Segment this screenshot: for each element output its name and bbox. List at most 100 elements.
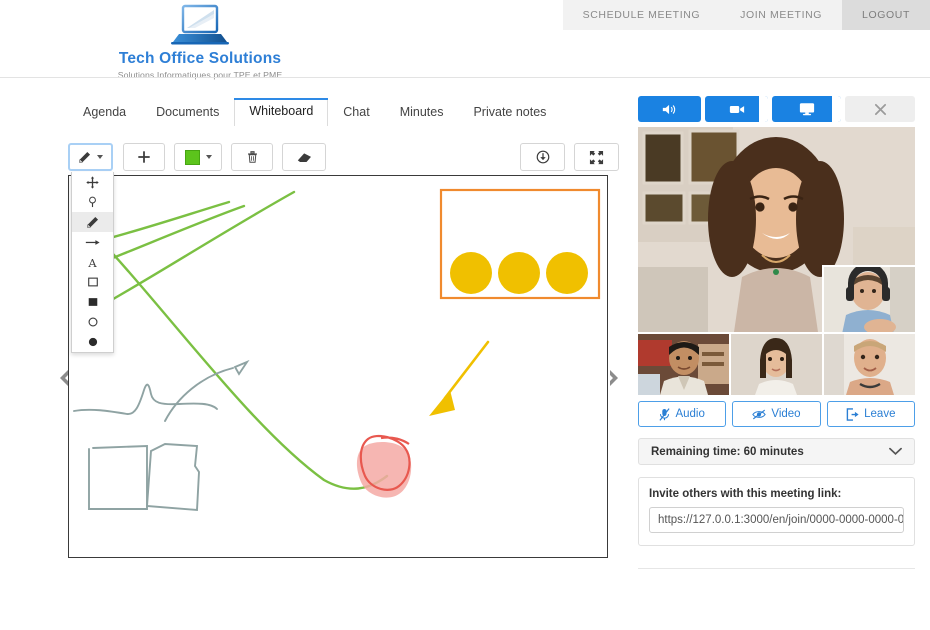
eraser-icon: [297, 152, 311, 162]
pencil-icon: [79, 151, 91, 163]
whiteboard-toolbar: [68, 143, 619, 171]
screen-share-icon: [799, 103, 814, 116]
top-navigation: SCHEDULE MEETING JOIN MEETING LOGOUT: [562, 0, 930, 30]
video-tile-2-image: [731, 334, 822, 395]
tab-chat[interactable]: Chat: [328, 99, 384, 126]
video-tile-pip[interactable]: [822, 265, 915, 332]
tool-rectangle-outline[interactable]: [72, 272, 113, 292]
camera-slot: [759, 96, 769, 122]
tool-arrow[interactable]: [72, 232, 113, 252]
circle-outline-icon: [88, 317, 97, 327]
brand-title: Tech Office Solutions: [118, 50, 282, 67]
remaining-time-label: Remaining time: 60 minutes: [651, 445, 804, 458]
video-thumbnail-strip: [638, 334, 915, 395]
topnav-logout[interactable]: LOGOUT: [842, 0, 930, 30]
rectangle-filled-icon: [88, 298, 97, 306]
pencil-icon: [87, 216, 99, 228]
invite-label: Invite others with this meeting link:: [649, 488, 842, 500]
download-icon: [536, 150, 549, 164]
video-pip-image: [824, 267, 915, 332]
plus-icon: [138, 151, 150, 163]
highlighter-icon: [89, 196, 96, 207]
audio-button[interactable]: Audio: [638, 401, 727, 427]
meeting-action-row: Audio Video Leave: [638, 401, 915, 427]
gray-sketch-group: [73, 359, 250, 512]
leave-button[interactable]: Leave: [826, 401, 915, 427]
tool-highlighter[interactable]: [72, 192, 113, 212]
chevron-right-icon: [610, 370, 618, 386]
chevron-down-icon: [97, 155, 103, 159]
camera-button[interactable]: [705, 96, 769, 122]
topnav-join-meeting[interactable]: JOIN MEETING: [720, 0, 843, 30]
invite-panel: Invite others with this meeting link: ht…: [638, 477, 915, 546]
brand-logo[interactable]: Tech Office Solutions Solutions Informat…: [70, 2, 330, 80]
svg-text:A: A: [87, 256, 97, 269]
tab-documents[interactable]: Documents: [141, 99, 234, 126]
video-tile-1-image: [638, 334, 729, 395]
tool-circle-filled[interactable]: [72, 332, 113, 352]
video-tile-main[interactable]: [638, 127, 915, 332]
panel-divider: [638, 568, 915, 569]
add-button[interactable]: [123, 143, 165, 171]
arrow-icon: [85, 239, 100, 245]
screen-share-button[interactable]: [772, 96, 842, 122]
tool-rectangle-filled[interactable]: [72, 292, 113, 312]
video-grid: [638, 127, 915, 395]
tool-text[interactable]: A: [72, 252, 113, 272]
color-swatch-icon: [184, 149, 200, 165]
top-bar: SCHEDULE MEETING JOIN MEETING LOGOUT Tec…: [0, 0, 930, 80]
color-picker-button[interactable]: [174, 143, 222, 171]
video-tile-3[interactable]: [824, 334, 915, 395]
close-icon: [874, 103, 886, 115]
fullscreen-icon: [589, 150, 604, 164]
video-tile-1[interactable]: [638, 334, 729, 395]
topnav-schedule-meeting[interactable]: SCHEDULE MEETING: [562, 0, 721, 30]
fullscreen-button[interactable]: [574, 143, 619, 171]
whiteboard-next-button[interactable]: [606, 365, 624, 391]
chevron-down-icon[interactable]: [889, 447, 902, 456]
whiteboard-prev-button[interactable]: [54, 365, 72, 391]
main-tabs: Agenda Documents Whiteboard Chat Minutes…: [68, 98, 561, 126]
close-video-button[interactable]: [845, 96, 915, 122]
tool-circle-outline[interactable]: [72, 312, 113, 332]
exit-icon: [846, 407, 859, 421]
speaker-button[interactable]: [638, 96, 702, 122]
eye-slash-icon: [752, 409, 767, 419]
tab-minutes[interactable]: Minutes: [385, 99, 459, 126]
green-stroke-group: [81, 190, 389, 490]
laptop-logo-icon: [171, 4, 229, 45]
video-tile-2[interactable]: [731, 334, 822, 395]
tool-dropdown-menu: A: [71, 172, 114, 353]
eraser-button[interactable]: [282, 143, 326, 171]
media-controls-row: [638, 96, 915, 122]
remaining-time-panel[interactable]: Remaining time: 60 minutes: [638, 438, 915, 465]
brand-subtitle: Solutions Informatiques pour TPE et PME: [117, 70, 283, 80]
audio-button-label: Audio: [675, 408, 705, 420]
video-button-label: Video: [771, 408, 801, 420]
mic-muted-icon: [659, 407, 671, 421]
screen-share-slot: [832, 96, 842, 122]
trash-icon: [247, 151, 257, 163]
video-tile-3-image: [824, 334, 915, 395]
tab-private-notes[interactable]: Private notes: [458, 99, 561, 126]
whiteboard-drawing: [73, 188, 601, 512]
chevron-down-icon: [205, 155, 212, 159]
text-icon: A: [87, 256, 97, 269]
rectangle-outline-icon: [87, 277, 98, 287]
tab-whiteboard[interactable]: Whiteboard: [234, 98, 329, 126]
header-divider: [0, 77, 930, 78]
download-button[interactable]: [520, 143, 565, 171]
video-button[interactable]: Video: [732, 401, 821, 427]
move-icon: [86, 175, 99, 189]
yellow-circle-group: [450, 252, 588, 294]
invite-link-input[interactable]: https://127.0.0.1:3000/en/join/0000-0000…: [649, 507, 904, 533]
tab-agenda[interactable]: Agenda: [68, 99, 141, 126]
yellow-arrow: [429, 340, 490, 416]
tool-pencil[interactable]: [72, 212, 113, 232]
tool-move[interactable]: [72, 172, 113, 192]
pen-tool-button[interactable]: [68, 143, 113, 171]
whiteboard-canvas[interactable]: [68, 175, 608, 558]
delete-button[interactable]: [231, 143, 273, 171]
chevron-left-icon: [60, 370, 68, 386]
speaker-icon: [662, 104, 676, 114]
